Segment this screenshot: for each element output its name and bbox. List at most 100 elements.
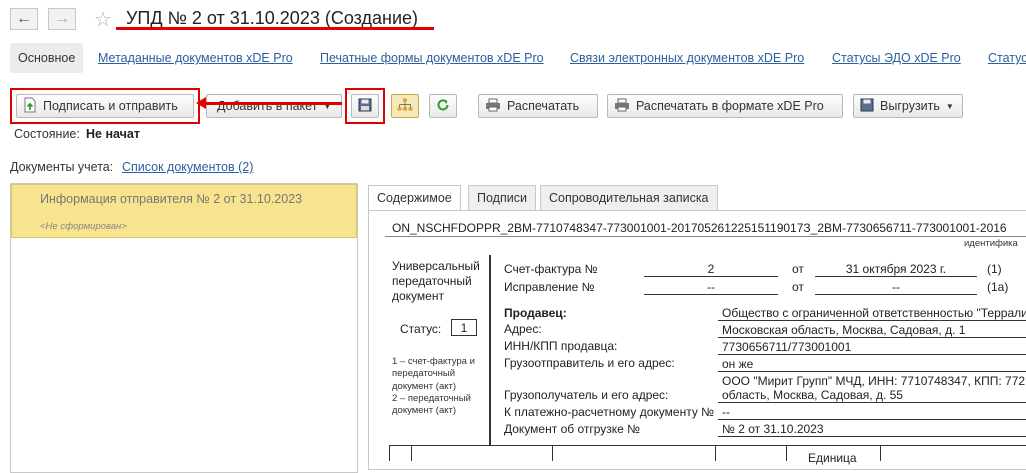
underline [644,276,778,277]
forward-arrow-icon: → [54,10,70,27]
docs-list-link[interactable]: Список документов (2) [122,160,253,174]
list-item-title: Информация отправителя № 2 от 31.10.2023 [40,192,303,206]
consignee-line-2: область, Москва, Садовая, д. 55 [722,388,903,402]
address-value: Московская область, Москва, Садовая, д. … [722,323,966,337]
tab-main[interactable]: Основное [10,43,84,73]
seller-label: Продавец: [504,306,567,320]
tab-links[interactable]: Связи электронных документов xDE Pro [570,43,804,73]
print-xde-label: Распечатать в формате xDE Pro [636,99,824,113]
print-label: Распечатать [507,99,580,113]
note-line: документ (акт) [392,405,457,417]
doc-type-line: передаточный [392,274,472,288]
consignee-label: Грузополучатель и его адрес: [504,388,669,402]
tab-cover-note[interactable]: Сопроводительная записка [540,185,718,211]
doc-vertical-divider [489,255,491,445]
ref-1a: (1а) [987,280,1009,294]
shipment-value: № 2 от 31.10.2023 [722,422,824,436]
address-label: Адрес: [504,322,542,336]
document-view [368,210,1026,470]
note-line: 2 – передаточный [392,392,471,404]
table-col-line [552,445,553,461]
tab-status[interactable]: Статус [988,43,1026,73]
shipment-label: Документ об отгрузке № [504,422,641,436]
note-line: передаточный [392,368,456,380]
table-col-line [389,445,390,461]
refresh-button[interactable] [429,94,457,118]
status-label: Состояние: [14,127,80,141]
invoice-label: Счет-фактура № [504,262,598,276]
list-item-status: <Не сформирован> [40,221,127,232]
underline [718,337,1026,338]
print-xde-button[interactable]: Распечатать в формате xDE Pro [607,94,843,118]
structure-button[interactable] [391,94,419,118]
export-icon [860,98,874,115]
add-to-package-button[interactable]: Добавить в пакет ▼ [206,94,342,118]
red-arrow-head [196,97,206,109]
underline [815,294,977,295]
highlight-save-button [345,88,385,124]
underline [718,320,1026,321]
note-line: документ (акт) [392,380,457,392]
forward-button[interactable]: → [48,8,76,30]
tab-signatures[interactable]: Подписи [468,185,536,211]
tab-print-forms[interactable]: Печатные формы документов xDE Pro [320,43,544,73]
consignee-line-1: ООО "Мирит Групп" МЧД, ИНН: 7710748347, … [722,374,1026,388]
doc-id-label: идентифика [964,238,1018,249]
payment-label: К платежно-расчетному документу № [504,405,715,419]
from-label: от [792,280,804,294]
star-icon[interactable]: ☆ [94,7,112,32]
underline [815,276,977,277]
dropdown-arrow-icon: ▼ [945,101,954,111]
table-col-line [411,445,412,461]
inn-label: ИНН/КПП продавца: [504,339,618,353]
tab-edo-status[interactable]: Статусы ЭДО xDE Pro [832,43,961,73]
inn-value: 7730656711/773001001 [722,340,852,354]
payment-value: -- [722,405,730,419]
fix-date: -- [892,280,900,294]
refresh-icon [436,98,450,115]
doc-filename: ON_NSCHFDOPPR_2BM-7710748347-773001001-2… [392,221,1007,235]
tab-metadata[interactable]: Метаданные документов xDE Pro [98,43,293,73]
doc-note-1: 1 – счет-фактура и передаточный документ… [392,356,475,417]
doc-status-value: 1 [451,319,477,336]
table-top-border [389,445,1026,446]
page-title: УПД № 2 от 31.10.2023 (Создание) [126,8,419,28]
invoice-number: 2 [707,262,715,276]
printer-icon [614,98,630,115]
fix-label: Исправление № [504,280,595,294]
list-item-selected[interactable]: Информация отправителя № 2 от 31.10.2023… [11,184,357,238]
underline [644,294,778,295]
ref-1: (1) [987,262,1002,276]
doc-type-line: документ [392,289,444,303]
printer-icon [485,98,501,115]
doc-status-label: Статус: [400,322,442,336]
docs-label: Документы учета: [10,160,114,174]
table-col-line [715,445,716,461]
shipper-label: Грузоотправитель и его адрес: [504,356,675,370]
underline [718,436,1026,437]
table-col-line [786,445,787,461]
title-red-underline [116,27,434,30]
back-button[interactable]: ← [10,8,38,30]
doc-type-line: Универсальный [392,259,480,273]
highlight-sign-button [10,88,200,124]
from-label: от [792,262,804,276]
hierarchy-icon [397,98,413,115]
underline [718,402,1026,403]
underline [718,354,1026,355]
export-button[interactable]: Выгрузить ▼ [853,94,963,118]
doc-type: Универсальный передаточный документ [392,259,480,304]
underline [718,419,1026,420]
export-label: Выгрузить [880,99,940,113]
back-arrow-icon: ← [16,10,32,27]
print-button[interactable]: Распечатать [478,94,598,118]
status-value: Не начат [86,127,140,141]
filename-underline [385,236,1026,237]
tab-content[interactable]: Содержимое [368,185,461,211]
invoice-date: 31 октября 2023 г. [845,262,947,276]
table-header-unit: Единица [808,451,857,465]
table-col-line [880,445,881,461]
note-line: 1 – счет-фактура и [392,356,475,367]
fix-number: -- [707,280,715,294]
red-arrow-line [204,102,342,105]
